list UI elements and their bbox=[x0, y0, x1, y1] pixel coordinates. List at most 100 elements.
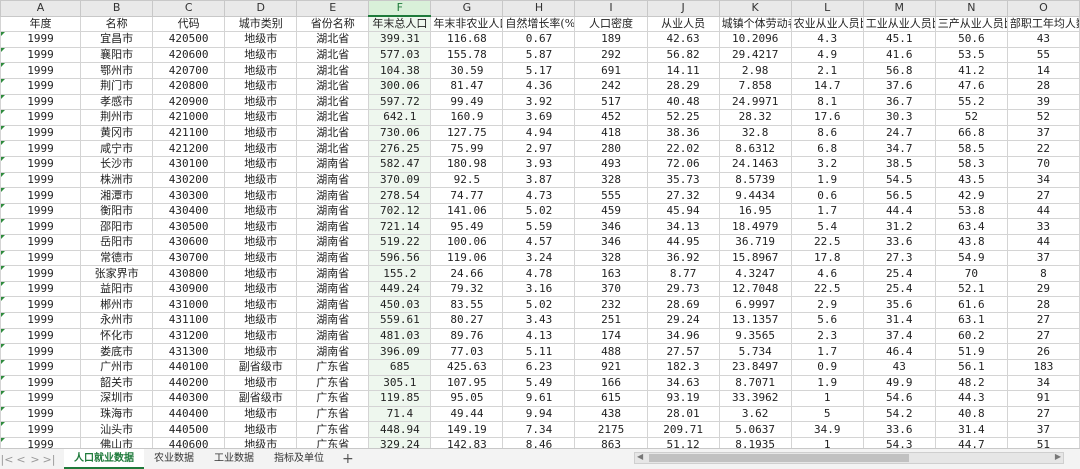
table-cell[interactable]: 40.8 bbox=[934, 405, 1008, 423]
table-cell[interactable]: 3.2 bbox=[790, 155, 864, 173]
table-cell[interactable]: 1999 bbox=[0, 171, 82, 189]
table-cell[interactable]: 5.02 bbox=[502, 202, 576, 220]
table-cell[interactable]: 28.01 bbox=[646, 405, 720, 423]
table-cell[interactable]: 14 bbox=[1006, 62, 1080, 79]
table-cell[interactable]: 63.1 bbox=[934, 312, 1008, 329]
table-cell[interactable]: 440300 bbox=[152, 390, 226, 407]
table-cell[interactable]: 湖南省 bbox=[296, 280, 370, 298]
table-cell[interactable]: 77.03 bbox=[430, 343, 504, 360]
table-cell[interactable]: 328 bbox=[574, 249, 648, 267]
table-cell[interactable]: 0.67 bbox=[502, 31, 576, 48]
table-cell[interactable]: 702.12 bbox=[368, 202, 432, 220]
table-cell[interactable]: 地级市 bbox=[224, 249, 298, 267]
table-cell[interactable]: 37 bbox=[1006, 421, 1080, 438]
table-cell[interactable]: 58.3 bbox=[934, 155, 1008, 173]
table-cell[interactable]: 孝感市 bbox=[80, 93, 154, 111]
table-cell[interactable]: 6.23 bbox=[502, 358, 576, 376]
table-cell[interactable]: 39 bbox=[1006, 93, 1080, 111]
table-cell[interactable]: 52.1 bbox=[934, 280, 1008, 298]
table-cell[interactable]: 8.7071 bbox=[718, 374, 792, 392]
table-cell[interactable]: 湘潭市 bbox=[80, 187, 154, 204]
table-cell[interactable]: 1999 bbox=[0, 390, 82, 407]
table-cell[interactable]: 420900 bbox=[152, 93, 226, 111]
table-cell[interactable]: 襄阳市 bbox=[80, 46, 154, 64]
table-cell[interactable]: 305.1 bbox=[368, 374, 432, 392]
table-cell[interactable]: 2.98 bbox=[718, 62, 792, 79]
table-cell[interactable]: 721.14 bbox=[368, 218, 432, 236]
column-letter-k[interactable]: K bbox=[718, 0, 792, 17]
table-cell[interactable]: 396.09 bbox=[368, 343, 432, 360]
last-sheet-button[interactable]: >| bbox=[42, 453, 56, 466]
table-cell[interactable]: 370 bbox=[574, 280, 648, 298]
scroll-right-icon[interactable]: ▶ bbox=[1055, 452, 1061, 461]
table-cell[interactable]: 420600 bbox=[152, 46, 226, 64]
table-cell[interactable]: 湖南省 bbox=[296, 218, 370, 236]
table-cell[interactable]: 45.1 bbox=[862, 31, 936, 48]
column-letter-b[interactable]: B bbox=[80, 0, 154, 17]
table-cell[interactable]: 27 bbox=[1006, 327, 1080, 345]
table-cell[interactable]: 3.92 bbox=[502, 93, 576, 111]
column-letter-d[interactable]: D bbox=[224, 0, 298, 17]
table-cell[interactable]: 91 bbox=[1006, 390, 1080, 407]
table-cell[interactable]: 1999 bbox=[0, 405, 82, 423]
table-cell[interactable]: 14.11 bbox=[646, 62, 720, 79]
table-cell[interactable]: 地级市 bbox=[224, 187, 298, 204]
table-cell[interactable]: 1999 bbox=[0, 280, 82, 298]
table-cell[interactable]: 4.3 bbox=[790, 31, 864, 48]
table-cell[interactable]: 4.3247 bbox=[718, 265, 792, 282]
table-cell[interactable]: 31.2 bbox=[862, 218, 936, 236]
scroll-left-icon[interactable]: ◀ bbox=[637, 452, 643, 461]
table-cell[interactable]: 地级市 bbox=[224, 421, 298, 438]
table-cell[interactable]: 湖南省 bbox=[296, 265, 370, 282]
table-cell[interactable]: 32.8 bbox=[718, 124, 792, 142]
table-cell[interactable]: 28 bbox=[1006, 77, 1080, 95]
prev-sheet-button[interactable]: < bbox=[14, 453, 28, 466]
table-cell[interactable]: 43 bbox=[1006, 31, 1080, 48]
table-cell[interactable]: 佛山市 bbox=[80, 436, 154, 448]
table-cell[interactable]: 广东省 bbox=[296, 390, 370, 407]
table-cell[interactable]: 荆门市 bbox=[80, 77, 154, 95]
table-cell[interactable]: 430200 bbox=[152, 171, 226, 189]
table-cell[interactable]: 1999 bbox=[0, 124, 82, 142]
table-cell[interactable]: 地级市 bbox=[224, 343, 298, 360]
table-cell[interactable]: 47.6 bbox=[934, 77, 1008, 95]
table-cell[interactable]: 3.24 bbox=[502, 249, 576, 267]
table-cell[interactable]: 35.6 bbox=[862, 296, 936, 314]
table-cell[interactable]: 宜昌市 bbox=[80, 31, 154, 48]
table-cell[interactable]: 346 bbox=[574, 218, 648, 236]
table-cell[interactable]: 17.8 bbox=[790, 249, 864, 267]
header-cell[interactable]: 年度 bbox=[0, 15, 82, 33]
header-cell[interactable]: 自然增长率(‰ bbox=[502, 15, 576, 33]
table-cell[interactable]: 440100 bbox=[152, 358, 226, 376]
table-cell[interactable]: 4.36 bbox=[502, 77, 576, 95]
table-cell[interactable]: 6.9997 bbox=[718, 296, 792, 314]
table-cell[interactable]: 湖南省 bbox=[296, 202, 370, 220]
table-cell[interactable]: 湖南省 bbox=[296, 249, 370, 267]
table-cell[interactable]: 地级市 bbox=[224, 62, 298, 79]
table-cell[interactable]: 577.03 bbox=[368, 46, 432, 64]
table-cell[interactable]: 83.55 bbox=[430, 296, 504, 314]
table-cell[interactable]: 1.9 bbox=[790, 374, 864, 392]
table-cell[interactable]: 44.3 bbox=[934, 390, 1008, 407]
table-cell[interactable]: 99.49 bbox=[430, 93, 504, 111]
table-cell[interactable]: 72.06 bbox=[646, 155, 720, 173]
table-cell[interactable]: 湖南省 bbox=[296, 312, 370, 329]
table-cell[interactable]: 地级市 bbox=[224, 140, 298, 157]
table-cell[interactable]: 31.4 bbox=[934, 421, 1008, 438]
table-cell[interactable]: 9.4434 bbox=[718, 187, 792, 204]
table-cell[interactable]: 53.5 bbox=[934, 46, 1008, 64]
column-letter-j[interactable]: J bbox=[646, 0, 720, 17]
table-cell[interactable]: 33 bbox=[1006, 218, 1080, 236]
table-cell[interactable]: 鄂州市 bbox=[80, 62, 154, 79]
table-cell[interactable]: 45.94 bbox=[646, 202, 720, 220]
header-cell[interactable]: 工业从业人员比 bbox=[862, 15, 936, 33]
header-cell[interactable]: 年末总人口 bbox=[368, 15, 432, 33]
table-cell[interactable]: 582.47 bbox=[368, 155, 432, 173]
table-cell[interactable]: 35.73 bbox=[646, 171, 720, 189]
table-cell[interactable]: 1999 bbox=[0, 312, 82, 329]
table-cell[interactable]: 921 bbox=[574, 358, 648, 376]
table-cell[interactable]: 166 bbox=[574, 374, 648, 392]
table-cell[interactable]: 37.6 bbox=[862, 77, 936, 95]
table-cell[interactable]: 3.69 bbox=[502, 109, 576, 126]
table-cell[interactable]: 346 bbox=[574, 234, 648, 251]
